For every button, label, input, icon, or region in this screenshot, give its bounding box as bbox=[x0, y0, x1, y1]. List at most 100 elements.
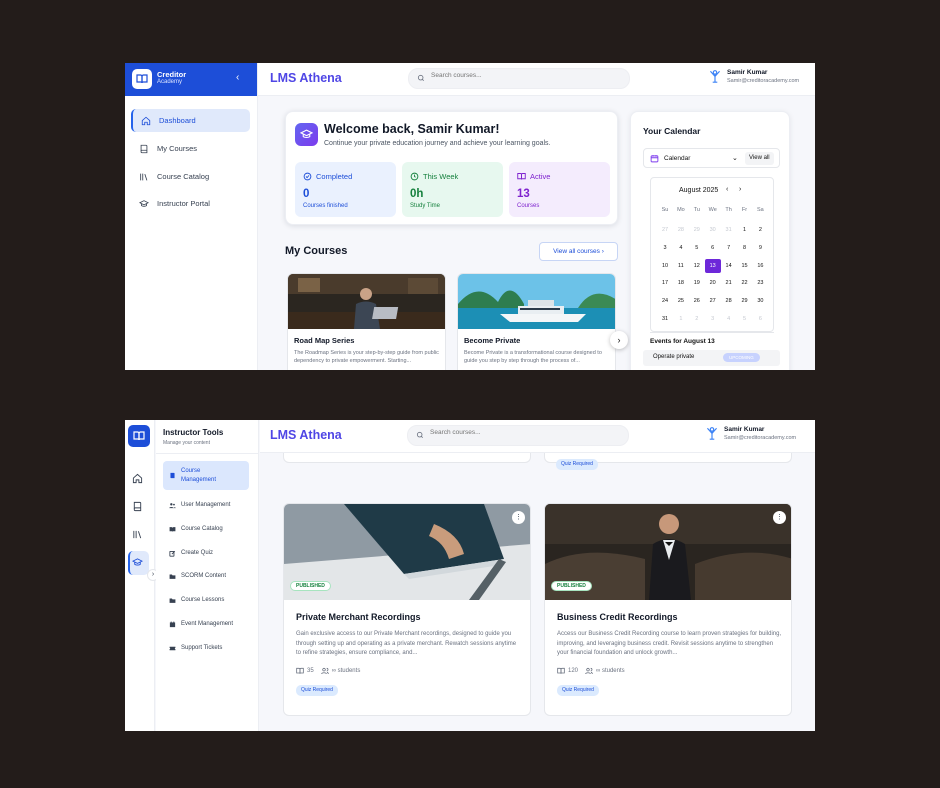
calendar-day[interactable]: 2 bbox=[689, 312, 705, 326]
book-logo-icon[interactable] bbox=[128, 425, 150, 447]
calendar-day[interactable]: 31 bbox=[721, 223, 737, 237]
panel-item-event-management[interactable]: Event Management bbox=[163, 615, 249, 633]
course-image bbox=[458, 274, 615, 329]
library-icon[interactable] bbox=[132, 529, 143, 540]
course-card-private-merchant[interactable]: PUBLISHED ⋮ Private Merchant Recordings … bbox=[283, 503, 531, 716]
calendar-day[interactable]: 10 bbox=[657, 259, 673, 273]
calendar-day[interactable]: 14 bbox=[721, 259, 737, 273]
user-email: Samir@creditoracademy.com bbox=[724, 435, 797, 441]
calendar-day[interactable]: 27 bbox=[657, 223, 673, 237]
lesson-count: 35 bbox=[307, 668, 314, 674]
calendar-day[interactable]: 6 bbox=[705, 241, 721, 255]
event-item[interactable]: Operate private UPCOMING bbox=[643, 350, 780, 366]
calendar-day[interactable]: 4 bbox=[673, 241, 689, 255]
search-input[interactable] bbox=[430, 429, 620, 436]
calendar-day[interactable]: 1 bbox=[737, 223, 753, 237]
more-options-icon[interactable]: ⋮ bbox=[512, 511, 525, 524]
calendar-day[interactable]: 13 bbox=[704, 258, 721, 273]
calendar-day[interactable]: 29 bbox=[689, 223, 705, 237]
open-book-icon bbox=[517, 173, 526, 180]
calendar-day[interactable]: 6 bbox=[752, 312, 768, 326]
sidebar-item-dashboard[interactable]: Dashboard bbox=[131, 109, 250, 132]
sidebar-item-my-courses[interactable]: My Courses bbox=[131, 137, 250, 160]
collapse-sidebar-icon[interactable]: ‹ bbox=[236, 72, 239, 83]
calendar-day[interactable]: 30 bbox=[752, 294, 768, 308]
calendar-day[interactable]: 2 bbox=[752, 223, 768, 237]
calendar-day[interactable]: 8 bbox=[737, 241, 753, 255]
panel-item-course-lessons[interactable]: Course Lessons bbox=[163, 591, 249, 609]
course-card-road-map[interactable]: Road Map Series The Roadmap Series is yo… bbox=[287, 273, 446, 370]
calendar-day[interactable]: 27 bbox=[705, 294, 721, 308]
calendar-day[interactable]: 29 bbox=[737, 294, 753, 308]
book-icon[interactable] bbox=[132, 501, 143, 512]
calendar-day[interactable]: 16 bbox=[752, 259, 768, 273]
calendar-day[interactable]: 18 bbox=[673, 276, 689, 290]
search-input[interactable] bbox=[431, 72, 621, 79]
calendar-day[interactable]: 28 bbox=[721, 294, 737, 308]
panel-item-label: Event Management bbox=[181, 621, 234, 627]
more-options-icon[interactable]: ⋮ bbox=[773, 511, 786, 524]
sidebar: Creditor Academy ‹ Dashboard My Courses … bbox=[125, 63, 258, 370]
calendar-day[interactable]: 25 bbox=[673, 294, 689, 308]
panel-item-label: Create Quiz bbox=[181, 550, 214, 556]
calendar-day[interactable]: 17 bbox=[657, 276, 673, 290]
panel-item-user-management[interactable]: User Management bbox=[163, 496, 249, 514]
stat-label: Completed bbox=[316, 172, 353, 181]
sidebar-item-instructor-portal[interactable]: Instructor Portal bbox=[131, 192, 250, 215]
user-email: Samir@creditoracademy.com bbox=[727, 78, 800, 84]
search-box[interactable] bbox=[407, 425, 629, 446]
panel-title: Instructor Tools bbox=[163, 428, 224, 437]
calendar-day[interactable]: 1 bbox=[673, 312, 689, 326]
user-name: Samir Kumar bbox=[724, 426, 765, 433]
calendar-day[interactable]: 4 bbox=[721, 312, 737, 326]
my-courses-heading: My Courses bbox=[285, 245, 348, 257]
panel-item-label: Course Lessons bbox=[181, 597, 225, 603]
panel-item-scorm-content[interactable]: SCORM Content bbox=[163, 567, 249, 585]
calendar-day[interactable]: 23 bbox=[752, 276, 768, 290]
edit-icon bbox=[169, 550, 176, 557]
calendar-day[interactable]: 12 bbox=[689, 259, 705, 273]
calendar-day[interactable]: 28 bbox=[673, 223, 689, 237]
calendar-day[interactable]: 30 bbox=[705, 223, 721, 237]
course-meta: 120 ∞ students bbox=[557, 667, 625, 675]
calendar-day[interactable]: 26 bbox=[689, 294, 705, 308]
calendar-title: Your Calendar bbox=[643, 126, 701, 136]
calendar-day[interactable]: 31 bbox=[657, 312, 673, 326]
calendar-day[interactable]: 7 bbox=[721, 241, 737, 255]
course-card-become-private[interactable]: Become Private Become Private is a trans… bbox=[457, 273, 616, 370]
panel-item-create-quiz[interactable]: Create Quiz bbox=[163, 544, 249, 562]
panel-item-course-management[interactable]: Course Management bbox=[163, 461, 249, 490]
course-meta: 35 ∞ students bbox=[296, 667, 360, 675]
calendar-day[interactable]: 5 bbox=[737, 312, 753, 326]
calendar-day[interactable]: 21 bbox=[721, 276, 737, 290]
calendar-day[interactable]: 11 bbox=[673, 259, 689, 273]
events-title: Events for August 13 bbox=[650, 338, 715, 345]
open-book-icon bbox=[296, 667, 304, 674]
view-all-events-button[interactable]: View all bbox=[745, 152, 774, 165]
panel-item-course-catalog[interactable]: Course Catalog bbox=[163, 520, 249, 538]
course-card-business-credit[interactable]: PUBLISHED ⋮ Business Credit Recordings A… bbox=[544, 503, 792, 716]
calendar-day[interactable]: 9 bbox=[752, 241, 768, 255]
carousel-next-button[interactable]: › bbox=[610, 331, 628, 349]
calendar-selector[interactable]: Calendar ⌄ View all bbox=[643, 148, 780, 168]
event-name: Operate private bbox=[653, 354, 695, 360]
search-box[interactable] bbox=[408, 68, 630, 89]
student-count: ∞ students bbox=[596, 668, 625, 674]
calendar-day[interactable]: 22 bbox=[737, 276, 753, 290]
calendar-day[interactable]: 20 bbox=[705, 276, 721, 290]
sidebar-header: Creditor Academy ‹ bbox=[125, 63, 257, 96]
calendar-day[interactable]: 19 bbox=[689, 276, 705, 290]
calendar-day[interactable]: 24 bbox=[657, 294, 673, 308]
home-icon[interactable] bbox=[132, 473, 143, 484]
calendar-day[interactable]: 5 bbox=[689, 241, 705, 255]
panel-item-support-tickets[interactable]: Support Tickets bbox=[163, 639, 249, 657]
prev-month-button[interactable]: ‹ bbox=[726, 186, 728, 193]
calendar-day[interactable]: 15 bbox=[737, 259, 753, 273]
view-all-courses-button[interactable]: View all courses › bbox=[539, 242, 618, 261]
next-month-button[interactable]: › bbox=[739, 186, 741, 193]
calendar-day[interactable]: 3 bbox=[657, 241, 673, 255]
calendar-day[interactable]: 3 bbox=[705, 312, 721, 326]
app-title: LMS Athena bbox=[270, 428, 342, 442]
quiz-required-badge: Quiz Required bbox=[557, 685, 599, 696]
sidebar-item-course-catalog[interactable]: Course Catalog bbox=[131, 165, 250, 188]
